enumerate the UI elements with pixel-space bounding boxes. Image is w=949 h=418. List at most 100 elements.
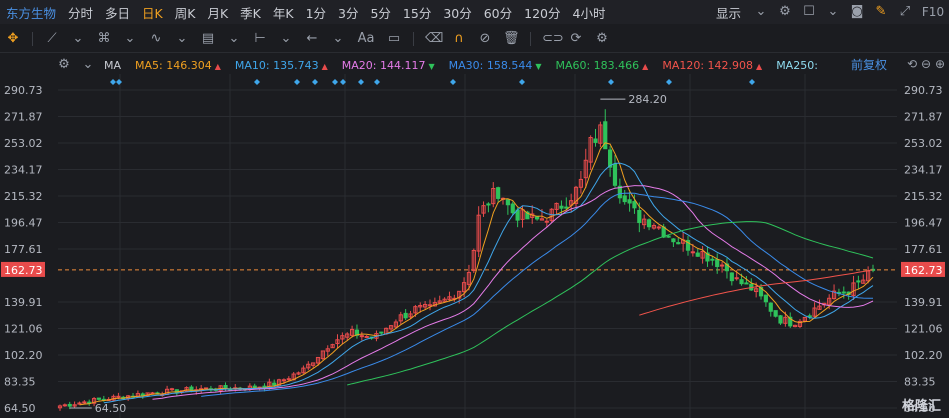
fullscreen-icon[interactable]: ⤢ [897,4,913,20]
tab-period[interactable]: 3分 [338,3,358,22]
minus-icon[interactable]: ⊖ [921,57,931,71]
camera-icon[interactable]: ◙ [849,4,865,20]
display-menu[interactable]: 显示 [716,3,741,22]
tab-period[interactable]: 120分 [524,3,560,22]
text-tool[interactable]: Aa [356,31,376,47]
event-marker-icon[interactable] [608,79,614,85]
candle-body[interactable] [359,335,364,338]
tab-period[interactable]: 30分 [443,3,471,22]
candle-body[interactable] [856,280,861,283]
candle-body[interactable] [272,382,277,386]
chevron-down-icon[interactable]: ⌄ [174,31,190,47]
candle-body[interactable] [286,378,291,381]
candle-body[interactable] [564,206,569,209]
event-marker-icon[interactable] [749,79,755,85]
candle-body[interactable] [364,335,369,338]
candle-body[interactable] [671,238,676,243]
candle-body[interactable] [486,203,491,206]
candle-body[interactable] [666,235,671,238]
event-marker-icon[interactable] [116,79,122,85]
polyline-icon[interactable]: ⌘ [96,31,112,47]
candle-body[interactable] [763,294,768,303]
candle-body[interactable] [510,203,515,214]
kline-chart[interactable]: 290.73 290.73 271.87 271.87 253.02 253.02 234.… [0,74,949,418]
plus-icon[interactable]: ⊕ [935,57,945,71]
candle-body[interactable] [82,401,87,404]
adjust-mode-button[interactable]: 前复权 [851,56,887,74]
candle-body[interactable] [544,220,549,223]
magnet-icon[interactable]: ∩ [451,31,467,47]
chevron-down-icon[interactable]: ⌄ [278,31,294,47]
candle-body[interactable] [710,258,715,261]
event-marker-icon[interactable] [374,79,380,85]
candle-body[interactable] [627,199,632,204]
tab-period[interactable]: 月K [207,3,228,22]
tab-period[interactable]: 多日 [105,3,130,22]
settings-icon[interactable]: ⚙ [56,57,72,73]
chevron-down-icon[interactable]: ⌄ [753,4,769,20]
f10-button[interactable]: F10 [921,4,945,20]
candle-body[interactable] [403,312,408,319]
candle-body[interactable] [612,163,618,186]
fibonacci-icon[interactable]: ▤ [200,31,216,47]
chevron-down-icon[interactable]: ⌄ [825,4,841,20]
event-marker-icon[interactable] [110,79,116,85]
candle-body[interactable] [695,252,700,257]
candle-body[interactable] [169,388,175,391]
candle-body[interactable] [773,310,778,317]
candle-body[interactable] [505,199,510,206]
candle-body[interactable] [646,219,652,228]
candle-body[interactable] [841,291,846,294]
candle-body[interactable] [534,216,540,220]
move-icon[interactable]: ✥ [5,31,21,47]
trend-line-icon[interactable]: ⟋ [44,31,60,47]
comment-icon[interactable]: ▭ [386,31,402,47]
candle-body[interactable] [690,251,695,254]
chevron-down-icon[interactable]: ⌄ [330,31,346,47]
tab-period[interactable]: 周K [175,3,196,22]
chevron-down-icon[interactable]: ⌄ [226,31,242,47]
candle-body[interactable] [379,331,384,334]
candle-body[interactable] [676,242,681,245]
candle-body[interactable] [637,209,642,224]
candle-body[interactable] [559,205,564,209]
undo-icon[interactable]: ⟲ [907,57,917,71]
candle-body[interactable] [656,226,661,229]
tab-period[interactable]: 分时 [68,3,93,22]
link-icon[interactable]: ⊂⊃ [542,31,564,47]
candle-body[interactable] [744,282,749,285]
candle-body[interactable] [496,187,501,199]
candle-body[interactable] [734,277,739,280]
chevron-down-icon[interactable]: ⌄ [122,31,138,47]
event-marker-icon[interactable] [312,79,318,85]
tab-period[interactable]: 60分 [484,3,512,22]
candle-body[interactable] [729,272,734,282]
event-marker-icon[interactable] [358,79,364,85]
candle-body[interactable] [715,259,720,267]
range-icon[interactable]: ⊢ [252,31,268,47]
candle-body[interactable] [96,397,102,400]
candle-body[interactable] [593,138,598,143]
candle-body[interactable] [281,379,287,382]
event-marker-icon[interactable] [450,79,456,85]
candle-body[interactable] [807,315,812,318]
pencil-icon[interactable]: ✎ [873,4,889,20]
event-marker-icon[interactable] [666,79,672,85]
candle-body[interactable] [719,264,725,267]
candle-body[interactable] [778,315,783,324]
tab-period[interactable]: 季K [240,3,261,22]
candle-body[interactable] [62,404,67,407]
candle-body[interactable] [622,195,627,203]
eraser-icon[interactable]: ⌫ [425,31,443,47]
chevron-down-icon[interactable]: ⌄ [70,31,86,47]
tab-period[interactable]: 5分 [370,3,390,22]
hide-icon[interactable]: ⊘ [477,31,493,47]
wave-icon[interactable]: ∿ [148,31,164,47]
settings-icon[interactable]: ⚙ [777,4,793,20]
candle-body[interactable] [768,302,773,312]
tab-period[interactable]: 年K [273,3,294,22]
candle-body[interactable] [427,304,433,307]
event-marker-icon[interactable] [294,79,300,85]
event-marker-icon[interactable] [332,79,338,85]
tab-period[interactable]: 4小时 [573,3,606,22]
